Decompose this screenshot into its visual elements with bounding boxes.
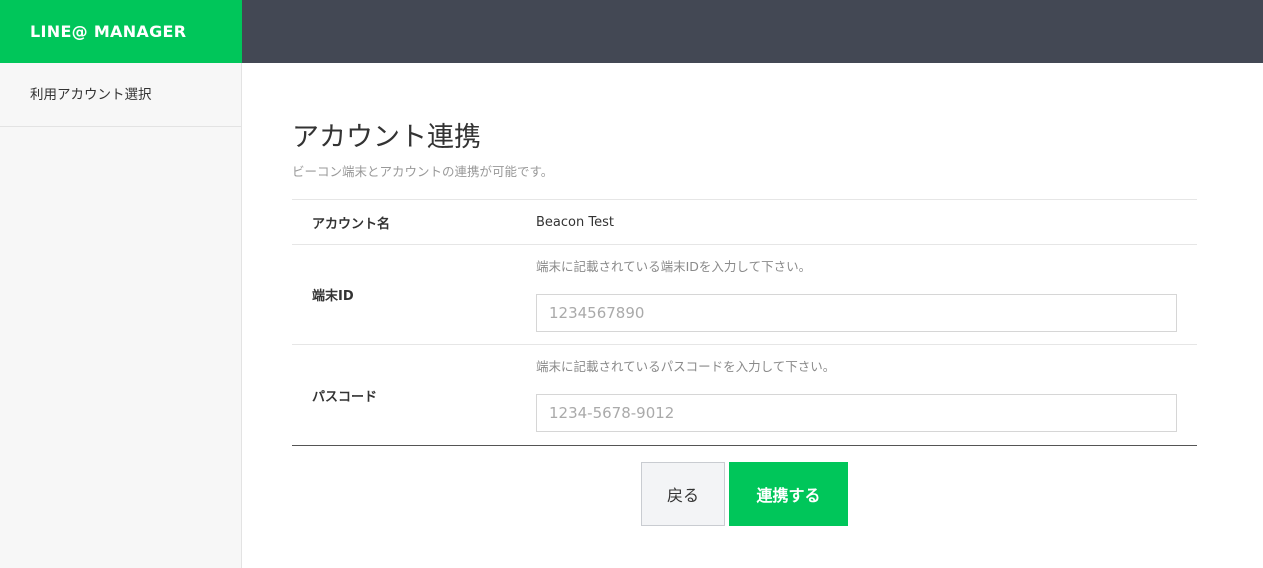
device-id-input[interactable] [536,294,1177,332]
brand-logo[interactable]: LINE@ MANAGER [0,0,242,63]
device-id-hint: 端末に記載されている端末IDを入力して下さい。 [536,259,812,274]
sidebar-item-account-select[interactable]: 利用アカウント選択 [0,63,241,127]
account-link-form: アカウント名 Beacon Test 端末ID 端末に記載されている端末IDを入… [292,199,1197,446]
account-name-value: Beacon Test [536,214,614,230]
page-title: アカウント連携 [292,122,481,153]
passcode-row: パスコード 端末に記載されているパスコードを入力して下さい。 [292,345,1197,445]
form-actions: 戻る 連携する [292,462,1197,526]
main-content: アカウント連携 ビーコン端末とアカウントの連携が可能です。 アカウント名 Bea… [292,63,1197,526]
passcode-input[interactable] [536,394,1177,432]
device-id-label: 端末ID [312,289,354,304]
link-button[interactable]: 連携する [729,462,848,526]
page-subtitle: ビーコン端末とアカウントの連携が可能です。 [292,164,554,179]
device-id-row: 端末ID 端末に記載されている端末IDを入力して下さい。 [292,245,1197,345]
passcode-hint: 端末に記載されているパスコードを入力して下さい。 [536,359,836,374]
passcode-label: パスコード [312,389,378,405]
sidebar: 利用アカウント選択 [0,63,242,568]
account-name-label: アカウント名 [312,216,391,232]
back-button[interactable]: 戻る [641,462,725,526]
account-name-row: アカウント名 Beacon Test [292,200,1197,245]
